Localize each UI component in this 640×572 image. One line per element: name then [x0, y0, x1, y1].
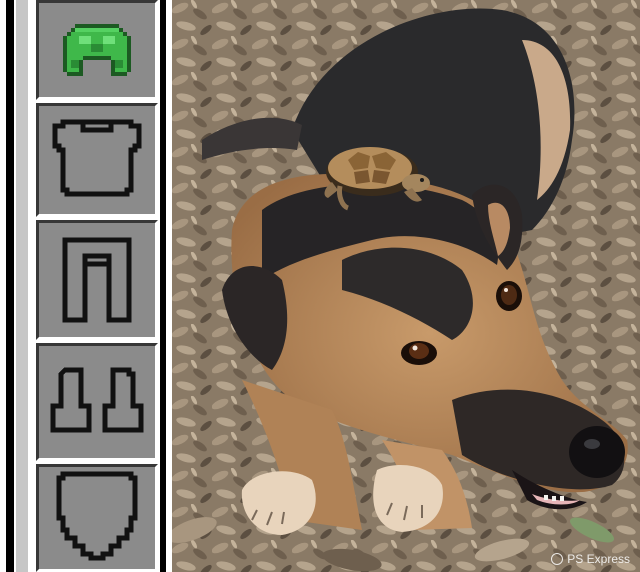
watermark-text: PS Express: [567, 552, 630, 566]
chestplate-slot[interactable]: [36, 103, 158, 217]
empty-chestplate-icon: [52, 119, 142, 197]
turtle-shell-helmet-icon: [63, 24, 131, 76]
empty-shield-icon: [56, 471, 138, 561]
panel-border-right: [160, 0, 166, 572]
armor-slot-column: [36, 0, 158, 572]
boots-slot[interactable]: [36, 343, 158, 461]
leggings-slot[interactable]: [36, 220, 158, 340]
armor-inventory-panel: [0, 0, 172, 572]
panel-gutter: [16, 0, 28, 572]
shield-slot[interactable]: [36, 464, 158, 572]
panel-border-left: [6, 0, 14, 572]
empty-boots-icon: [50, 367, 144, 433]
ps-express-logo-icon: [551, 553, 564, 565]
dog-with-turtle-on-head-photo: PS Express: [172, 0, 640, 572]
watermark: PS Express: [551, 552, 630, 566]
photo-illustration: [172, 0, 640, 572]
helmet-slot[interactable]: [36, 0, 158, 100]
empty-leggings-icon: [62, 237, 132, 323]
